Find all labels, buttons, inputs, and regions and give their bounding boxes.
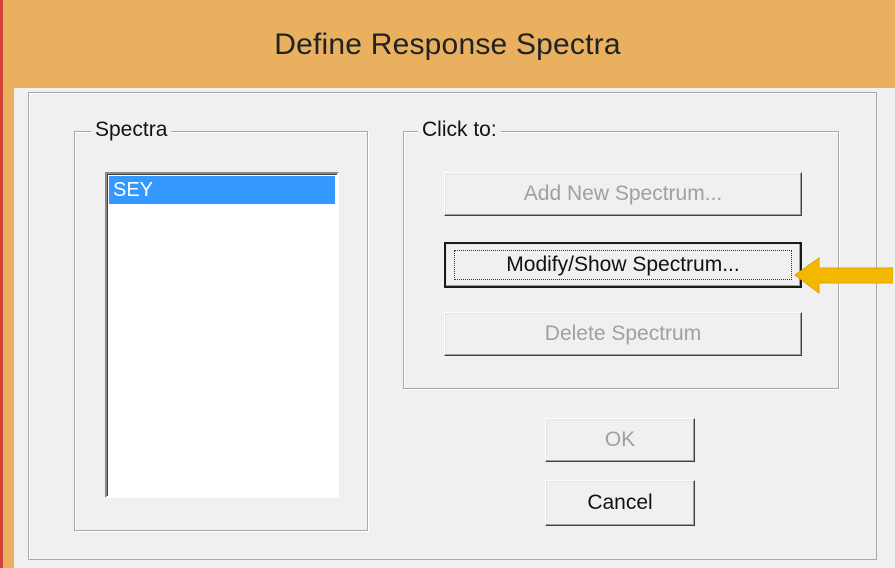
actions-groupbox: Click to: Add New Spectrum... Modify/Sho…: [403, 118, 839, 389]
list-item[interactable]: SEY: [109, 176, 335, 204]
delete-spectrum-button[interactable]: Delete Spectrum: [444, 312, 802, 356]
dialog-window: Define Response Spectra Spectra SEY Clic…: [0, 0, 895, 568]
add-new-spectrum-button[interactable]: Add New Spectrum...: [444, 172, 802, 216]
window-title: Define Response Spectra: [274, 28, 621, 61]
modify-show-spectrum-label: Modify/Show Spectrum...: [506, 253, 740, 276]
title-bar[interactable]: Define Response Spectra: [0, 0, 895, 88]
dialog-client-area: Spectra SEY Click to: Add New Spectrum..…: [14, 88, 895, 568]
spectra-listbox[interactable]: SEY: [105, 172, 339, 498]
dialog-panel: Spectra SEY Click to: Add New Spectrum..…: [28, 92, 877, 560]
actions-legend: Click to:: [418, 118, 501, 142]
cancel-label: Cancel: [587, 491, 653, 514]
spectra-groupbox: Spectra SEY: [74, 118, 368, 531]
annotation-arrow-icon: [794, 257, 893, 294]
cancel-button[interactable]: Cancel: [545, 480, 695, 526]
ok-label: OK: [604, 428, 636, 451]
ok-button[interactable]: OK: [545, 418, 695, 462]
modify-show-spectrum-button[interactable]: Modify/Show Spectrum...: [444, 242, 802, 288]
delete-spectrum-label: Delete Spectrum: [544, 322, 702, 345]
spectra-legend: Spectra: [91, 118, 172, 142]
add-new-spectrum-label: Add New Spectrum...: [523, 182, 723, 205]
